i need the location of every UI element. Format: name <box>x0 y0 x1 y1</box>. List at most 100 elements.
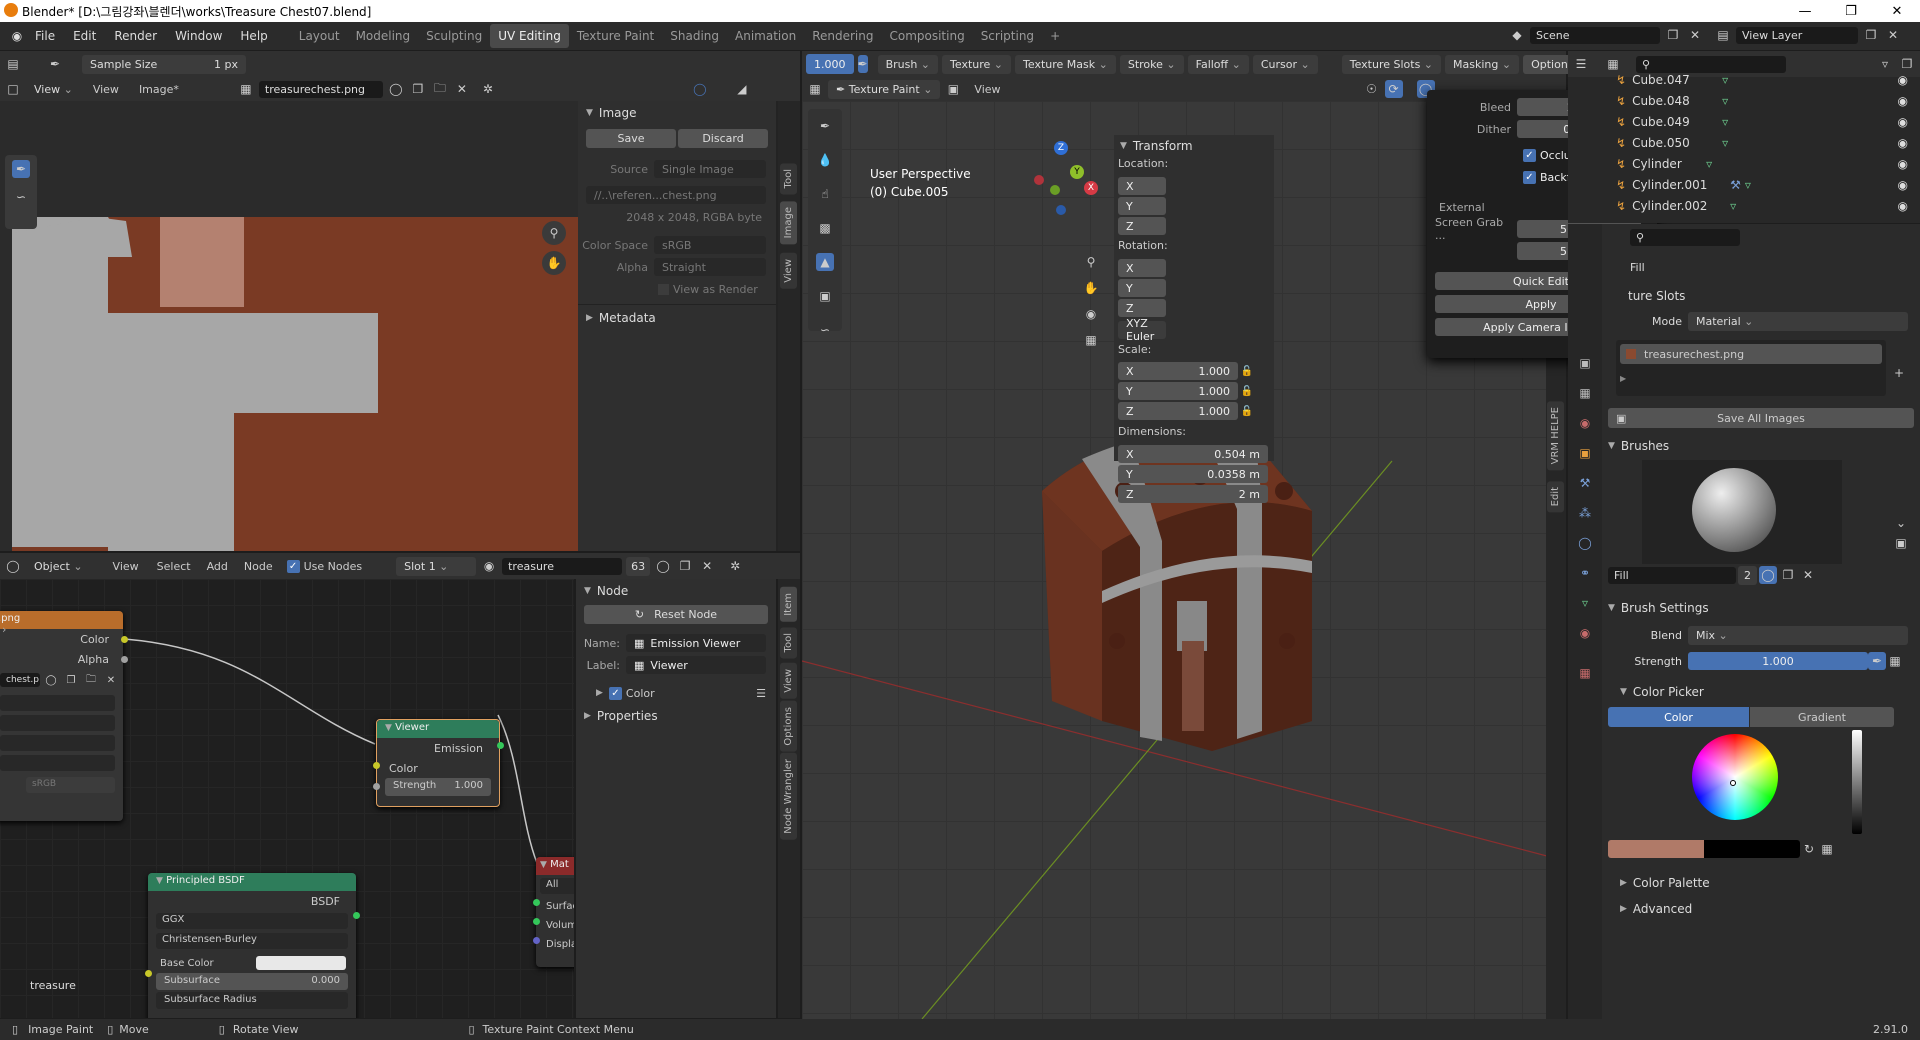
rotation-x-field[interactable]: X <box>1118 259 1166 277</box>
add-slot-icon[interactable]: + <box>1890 364 1908 382</box>
base-color-swatch[interactable] <box>256 956 346 970</box>
view-as-render-checkbox[interactable]: View as Render <box>578 278 776 300</box>
target-dropdown[interactable]: All <box>540 878 574 894</box>
socket-emission-out[interactable] <box>497 742 504 749</box>
subsurface-method-dropdown[interactable]: Christensen-Burley <box>156 933 348 949</box>
color-palette-header[interactable]: ▶ Color Palette <box>1602 870 1920 896</box>
subsurface-field[interactable]: Subsurface 0.000 <box>156 973 348 990</box>
gizmo-z[interactable]: Z <box>1054 141 1068 155</box>
colorspace-dropdown[interactable]: sRGB <box>26 777 115 793</box>
pin-icon[interactable]: ✲ <box>479 80 497 98</box>
pan-icon[interactable]: ✋ <box>1080 277 1102 299</box>
dimension-y-field[interactable]: Y 0.0358 m <box>1118 465 1268 483</box>
brush-users[interactable]: 2 <box>1738 565 1757 585</box>
filter-icon[interactable]: ▿ <box>1876 55 1894 73</box>
view-mode-icon[interactable]: □ <box>4 80 22 98</box>
node-label-field[interactable]: ▦ Viewer <box>626 656 766 674</box>
pressure-icon[interactable]: ✒ <box>857 55 868 73</box>
properties-search-input[interactable]: ⚲ <box>1630 228 1740 246</box>
brushes-header[interactable]: ▼ Brushes <box>1602 432 1920 460</box>
socket-strength-in[interactable] <box>373 783 380 790</box>
color-picker-header[interactable]: ▼ Color Picker <box>1602 678 1920 706</box>
visibility-icon[interactable]: ◉ <box>1898 178 1908 192</box>
material-tab-icon[interactable]: ◉ <box>1576 624 1594 642</box>
zoom-icon[interactable]: ⚲ <box>1080 251 1102 273</box>
draw-tool-icon[interactable]: ✒ <box>816 117 834 135</box>
object-tab-icon[interactable]: ▣ <box>1576 444 1594 462</box>
fake-user-icon[interactable]: ◯ <box>42 671 60 689</box>
socket-surface-in[interactable] <box>533 899 540 906</box>
socket-volume-in[interactable] <box>533 918 540 925</box>
menu-view-mode[interactable]: View <box>26 80 81 99</box>
color-wheel[interactable] <box>1692 734 1778 820</box>
unlink-brush-icon[interactable]: ✕ <box>1799 566 1817 584</box>
menu-edit[interactable]: Edit <box>64 29 105 43</box>
editor-type-icon[interactable]: ☰ <box>1572 55 1590 73</box>
color-subpanel[interactable]: ▶ ✓ Color ☰ <box>576 682 776 704</box>
soften-tool-icon[interactable]: 💧 <box>816 151 834 169</box>
material-users-count[interactable]: 63 <box>626 556 651 576</box>
tab-sculpting[interactable]: Sculpting <box>418 24 490 48</box>
unlink-image-icon[interactable]: ✕ <box>102 671 120 689</box>
gizmo-x[interactable]: X <box>1084 181 1098 195</box>
slot-mode-dropdown[interactable]: Material <box>1688 311 1908 331</box>
tab-uv-editing[interactable]: UV Editing <box>490 24 569 48</box>
texture-slots-dropdown[interactable]: Texture Slots <box>1341 54 1442 74</box>
color-checkbox[interactable]: ✓ <box>608 686 622 700</box>
new-material-icon[interactable]: ❐ <box>676 557 694 575</box>
brush-settings-header[interactable]: ▼ Brush Settings <box>1602 594 1920 622</box>
modifier-tab-icon[interactable]: ⚒ <box>1576 474 1594 492</box>
swap-colors-icon[interactable]: ↻ <box>1800 840 1818 858</box>
particles-tab-icon[interactable]: ⁂ <box>1576 504 1594 522</box>
socket-alpha-out[interactable] <box>121 656 128 663</box>
subsurface-radius-field[interactable]: Subsurface Radius <box>156 992 348 1009</box>
smear-tool-icon[interactable]: ☝ <box>816 185 834 203</box>
slot-dropdown[interactable]: Slot 1 <box>396 556 477 576</box>
source-dropdown[interactable]: Single Image <box>654 160 766 178</box>
new-scene-icon[interactable]: ❐ <box>1664 26 1682 44</box>
tab-options[interactable]: Options <box>780 701 797 752</box>
texture-mask-dropdown[interactable]: Texture Mask <box>1015 54 1116 74</box>
gizmo-y[interactable]: Y <box>1070 165 1084 179</box>
minimize-icon[interactable]: — <box>1782 0 1828 22</box>
display-mode-icon[interactable]: ▦ <box>1604 55 1622 73</box>
paint-mask-icon[interactable]: ▣ <box>944 80 962 98</box>
tab-tool[interactable]: Tool <box>780 163 797 195</box>
scale-y-field[interactable]: Y 1.000 <box>1118 382 1238 400</box>
visibility-icon[interactable]: ◉ <box>1898 73 1908 87</box>
sample-size-field[interactable]: Sample Size 1 px <box>82 54 246 74</box>
zoom-icon[interactable]: ⚲ <box>542 221 566 245</box>
brush-list-dropdown-icon[interactable]: ⌄ <box>1892 514 1910 532</box>
tab-view[interactable]: View <box>780 663 797 699</box>
properties-panel-header[interactable]: ▶ Properties <box>576 704 776 728</box>
constraints-tab-icon[interactable]: ⚭ <box>1576 564 1594 582</box>
tab-edit[interactable]: Edit <box>1547 481 1564 513</box>
image-canvas[interactable]: ✒ ∽ ⚲ ✋ <box>0 101 578 551</box>
transform-header[interactable]: ▼ Transform <box>1114 135 1274 157</box>
socket-color-out[interactable] <box>121 636 128 643</box>
delete-scene-icon[interactable]: ✕ <box>1686 26 1704 44</box>
fill-tool-icon[interactable]: ▲ <box>816 253 834 271</box>
physics-tab-icon[interactable]: ◯ <box>1576 534 1594 552</box>
navigation-gizmo[interactable]: Z Y X <box>1032 141 1112 221</box>
menu-image[interactable]: Image* <box>131 83 187 96</box>
brush-icon-toggle[interactable]: ▣ <box>1892 534 1910 552</box>
metadata-panel-header[interactable]: ▶ Metadata <box>578 304 776 330</box>
menu-render[interactable]: Render <box>105 29 166 43</box>
extension-dropdown[interactable] <box>0 735 115 751</box>
node-name-field[interactable]: ▦ Emission Viewer <box>626 634 766 652</box>
data-tab-icon[interactable]: ▿ <box>1576 594 1594 612</box>
tab-shading[interactable]: Shading <box>662 24 727 48</box>
mask-tool-icon[interactable]: ▣ <box>816 287 834 305</box>
expand-list-icon[interactable]: ▶ <box>1620 374 1882 383</box>
mode-dropdown[interactable]: ✒ Texture Paint <box>828 79 941 99</box>
socket-base-color-in[interactable] <box>145 970 152 977</box>
fake-user-icon[interactable]: ◯ <box>387 80 405 98</box>
visibility-icon[interactable]: ◉ <box>1898 157 1908 171</box>
tab-rendering[interactable]: Rendering <box>804 24 881 48</box>
render-tab-icon[interactable]: ▣ <box>1576 354 1594 372</box>
scene-tab-icon[interactable]: ◉ <box>1576 414 1594 432</box>
image-name-field[interactable]: treasurechest.png <box>258 80 383 98</box>
reset-node-button[interactable]: ↻ Reset Node <box>584 605 768 624</box>
advanced-header[interactable]: ▶ Advanced <box>1602 896 1920 922</box>
